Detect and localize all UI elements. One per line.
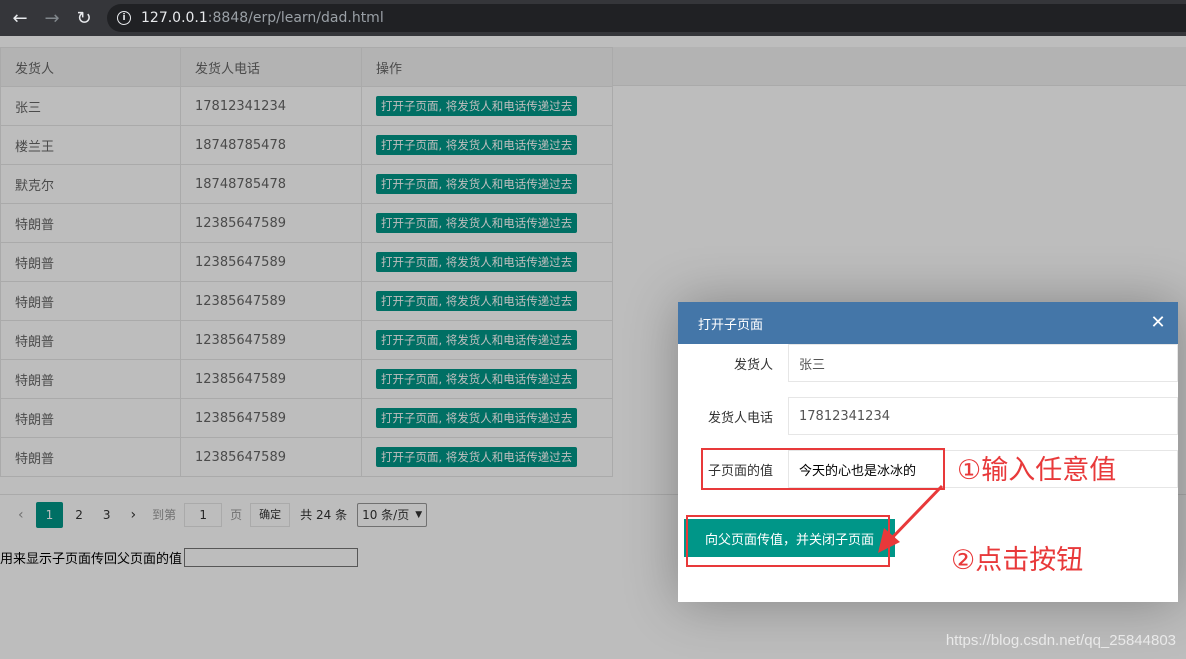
- info-icon[interactable]: i: [117, 11, 131, 25]
- address-bar[interactable]: i 127.0.0.1:8848/erp/learn/dad.html: [107, 4, 1186, 32]
- annotation-arrow: [878, 484, 944, 553]
- sender-label: 发货人: [733, 357, 773, 373]
- form-row-phone: 发货人电话 17812341234: [678, 397, 1178, 435]
- forward-arrow-icon[interactable]: →: [40, 6, 64, 30]
- form-row-sender: 发货人 张三: [678, 344, 1178, 382]
- close-icon[interactable]: ✕: [1148, 313, 1168, 333]
- url-host: 127.0.0.1: [141, 10, 208, 26]
- reload-icon[interactable]: ↻: [72, 6, 96, 30]
- back-arrow-icon[interactable]: ←: [8, 6, 32, 30]
- modal-header: 打开子页面 ✕: [678, 302, 1178, 344]
- browser-toolbar: ← → ↻ i 127.0.0.1:8848/erp/learn/dad.htm…: [0, 0, 1186, 36]
- url-path: :8848/erp/learn/dad.html: [207, 10, 384, 26]
- sender-field[interactable]: 张三: [788, 344, 1178, 382]
- annotation-step1: ①输入任意值: [957, 455, 1117, 486]
- annotation-step2: ②点击按钮: [951, 545, 1084, 576]
- phone-field[interactable]: 17812341234: [788, 397, 1178, 435]
- watermark: https://blog.csdn.net/qq_25844803: [945, 632, 1176, 649]
- highlight-button-box: [686, 515, 890, 567]
- modal-title: 打开子页面: [698, 317, 764, 333]
- phone-label: 发货人电话: [707, 410, 773, 426]
